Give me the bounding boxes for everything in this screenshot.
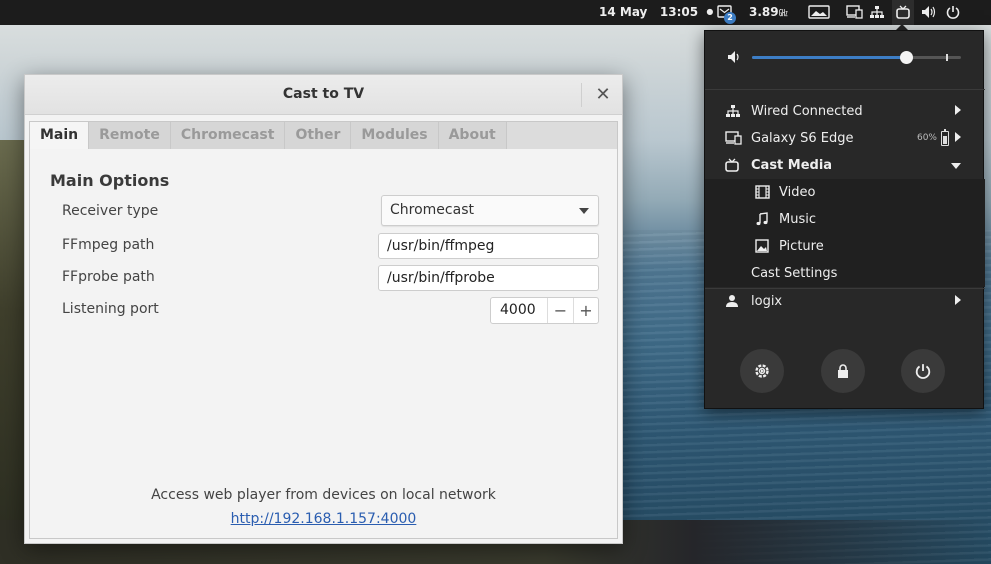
close-icon[interactable]: ✕ xyxy=(590,83,616,107)
menu-item-cast-media[interactable]: Cast Media xyxy=(705,152,985,179)
tab-about[interactable]: About xyxy=(438,122,507,149)
menu-item-user[interactable]: logix xyxy=(705,288,985,315)
tv-icon xyxy=(725,158,741,174)
main-options-pane: Main Options Receiver type Chromecast FF… xyxy=(29,149,618,539)
titlebar-separator xyxy=(581,83,582,107)
volume-icon xyxy=(727,50,743,68)
picture-icon xyxy=(755,239,771,255)
notification-dot: ● xyxy=(706,7,714,16)
web-player-link[interactable]: http://192.168.1.157:4000 xyxy=(30,511,617,527)
top-panel: 14 May 13:05 ● 2 3.89㎓ xyxy=(0,0,991,25)
chevron-down-icon xyxy=(951,163,961,169)
listening-port-input[interactable]: 4000 xyxy=(491,298,548,323)
cast-to-tv-window: Cast to TV ✕ Main Remote Chromecast Othe… xyxy=(24,74,623,544)
power-indicator[interactable] xyxy=(946,4,960,20)
power-icon xyxy=(946,6,960,19)
web-player-info: Access web player from devices on local … xyxy=(151,487,496,503)
ffmpeg-path-label: FFmpeg path xyxy=(62,237,155,253)
section-title: Main Options xyxy=(50,171,170,190)
tab-modules[interactable]: Modules xyxy=(351,122,439,149)
wired-network-icon xyxy=(870,6,884,18)
tab-remote[interactable]: Remote xyxy=(89,122,171,149)
network-indicator[interactable] xyxy=(869,4,885,20)
settings-icon xyxy=(755,364,769,378)
net-speed-unit: ㎓ xyxy=(778,9,788,19)
cast-settings-label: Cast Settings xyxy=(751,266,838,281)
listening-port-spinner: 4000 − + xyxy=(490,297,599,324)
screenshot-indicator[interactable] xyxy=(808,4,830,20)
volume-max-mark xyxy=(946,54,949,61)
volume-indicator[interactable] xyxy=(921,4,937,20)
cast-to-tv-indicator[interactable] xyxy=(896,4,910,20)
menu-separator xyxy=(705,89,985,90)
system-menu: Wired Connected Galaxy S6 Edge 60% Cast … xyxy=(704,30,985,409)
film-icon xyxy=(755,185,771,201)
clock[interactable]: 14 May 13:05 ● xyxy=(599,5,713,19)
wired-label: Wired Connected xyxy=(751,104,863,119)
date-text: 14 May xyxy=(599,5,648,19)
tab-chromecast[interactable]: Chromecast xyxy=(170,122,286,149)
lock-icon xyxy=(838,364,848,378)
time-text: 13:05 xyxy=(659,5,699,19)
tv-icon xyxy=(896,5,910,19)
wired-network-icon xyxy=(725,104,741,120)
cast-media-label: Cast Media xyxy=(751,158,833,173)
tab-bar: Main Remote Chromecast Other Modules Abo… xyxy=(29,121,618,150)
volume-slider-fill xyxy=(752,56,907,59)
chevron-right-icon xyxy=(955,295,961,305)
settings-button[interactable] xyxy=(740,349,784,393)
tab-main[interactable]: Main xyxy=(30,122,90,149)
lock-button[interactable] xyxy=(821,349,865,393)
chevron-right-icon xyxy=(955,105,961,115)
menu-item-picture[interactable]: Picture xyxy=(705,233,985,260)
menu-item-video[interactable]: Video xyxy=(705,179,985,206)
picture-label: Picture xyxy=(779,239,824,254)
menu-item-device[interactable]: Galaxy S6 Edge 60% xyxy=(705,125,985,152)
power-icon xyxy=(915,364,931,379)
volume-slider[interactable] xyxy=(752,51,961,64)
battery-percent: 60% xyxy=(916,133,937,143)
tab-other[interactable]: Other xyxy=(285,122,352,149)
user-label: logix xyxy=(751,294,783,309)
user-icon xyxy=(725,294,741,310)
menu-item-music[interactable]: Music xyxy=(705,206,985,233)
listening-port-label: Listening port xyxy=(62,301,159,317)
cast-devices-indicator[interactable] xyxy=(846,4,863,20)
port-decrement-button[interactable]: − xyxy=(548,298,573,323)
devices-icon xyxy=(725,131,742,147)
chevron-right-icon xyxy=(955,132,961,142)
ffmpeg-path-input[interactable]: /usr/bin/ffmpeg xyxy=(378,233,599,259)
speaker-icon xyxy=(922,6,936,18)
receiver-type-select[interactable]: Chromecast xyxy=(381,195,599,226)
music-label: Music xyxy=(779,212,816,227)
devices-icon xyxy=(846,5,863,19)
net-speed-value: 3.89 xyxy=(749,5,779,19)
window-title: Cast to TV xyxy=(282,86,365,102)
window-titlebar[interactable]: Cast to TV ✕ xyxy=(25,75,622,115)
receiver-type-value: Chromecast xyxy=(390,202,474,218)
volume-slider-handle[interactable] xyxy=(900,51,914,64)
screenshot-icon xyxy=(808,5,830,19)
device-label: Galaxy S6 Edge xyxy=(751,131,854,146)
power-off-button[interactable] xyxy=(901,349,945,393)
menu-item-cast-settings[interactable]: Cast Settings xyxy=(705,260,985,287)
dropdown-arrow-icon xyxy=(579,208,589,214)
battery-icon xyxy=(941,129,949,146)
music-note-icon xyxy=(755,212,771,228)
net-speed[interactable]: 3.89㎓ xyxy=(749,5,788,19)
ffprobe-path-label: FFprobe path xyxy=(62,269,155,285)
receiver-type-label: Receiver type xyxy=(62,203,159,219)
video-label: Video xyxy=(779,185,816,200)
port-increment-button[interactable]: + xyxy=(573,298,598,323)
messages-badge: 2 xyxy=(724,12,736,24)
ffprobe-path-input[interactable]: /usr/bin/ffprobe xyxy=(378,265,599,291)
menu-item-wired[interactable]: Wired Connected xyxy=(705,98,985,125)
